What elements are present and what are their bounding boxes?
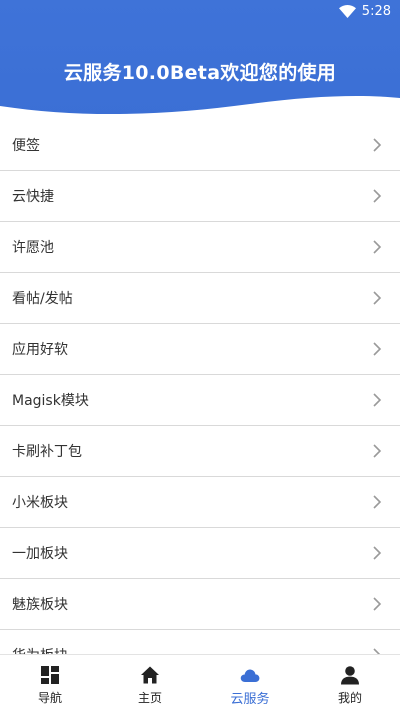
chevron-right-icon — [373, 138, 382, 152]
chevron-right-icon — [373, 648, 381, 654]
list-item-label: 云快捷 — [12, 189, 54, 205]
chevron-right-icon — [373, 342, 382, 356]
chevron-right-icon — [373, 444, 382, 458]
dashboard-icon — [41, 666, 59, 684]
tab-navigation[interactable]: 导航 — [0, 655, 100, 712]
chevron-right-icon — [373, 546, 382, 560]
list-item-posts[interactable]: 看帖/发帖 — [0, 273, 400, 324]
tab-label: 云服务 — [230, 692, 270, 707]
list-item-oneplus[interactable]: 一加板块 — [0, 528, 400, 579]
person-icon — [341, 666, 359, 685]
tab-profile[interactable]: 我的 — [300, 655, 400, 712]
chevron-right-icon — [373, 393, 382, 407]
chevron-right-icon — [373, 291, 382, 305]
list-item-patches[interactable]: 卡刷补丁包 — [0, 426, 400, 477]
status-bar: 5:28 — [0, 0, 400, 24]
tab-label: 导航 — [37, 691, 62, 705]
home-icon — [141, 666, 159, 684]
list-item-label: 华为板块 — [12, 645, 68, 654]
list-item-notes[interactable]: 便签 — [0, 120, 400, 171]
wifi-icon — [339, 5, 356, 18]
header-wave — [0, 96, 400, 120]
list-item-label: 应用好软 — [12, 342, 68, 358]
list-item-huawei[interactable]: 华为板块 — [0, 630, 400, 654]
service-list: 便签 云快捷 许愿池 看帖/发帖 应用好软 Magisk模块 卡刷补丁包 小米板… — [0, 120, 400, 654]
list-item-label: 便签 — [12, 138, 40, 154]
list-item-meizu[interactable]: 魅族板块 — [0, 579, 400, 630]
bottom-navigation: 导航 主页 云服务 我的 — [0, 654, 400, 712]
chevron-right-icon — [373, 495, 382, 509]
cloud-icon — [240, 669, 260, 682]
list-item-cloud-shortcut[interactable]: 云快捷 — [0, 171, 400, 222]
tab-cloud-service[interactable]: 云服务 — [200, 655, 300, 712]
list-item-label: 小米板块 — [12, 495, 68, 511]
list-item-label: 一加板块 — [12, 546, 68, 562]
list-item-label: 看帖/发帖 — [12, 291, 73, 307]
list-item-label: 卡刷补丁包 — [12, 444, 82, 460]
list-item-apps[interactable]: 应用好软 — [0, 324, 400, 375]
tab-label: 我的 — [337, 691, 362, 705]
tab-label: 主页 — [137, 691, 162, 705]
list-item-xiaomi[interactable]: 小米板块 — [0, 477, 400, 528]
list-item-label: Magisk模块 — [12, 393, 89, 409]
chevron-right-icon — [373, 240, 382, 254]
list-item-label: 魅族板块 — [12, 597, 68, 613]
header: 5:28 云服务10.0Beta欢迎您的使用 — [0, 0, 400, 120]
chevron-right-icon — [373, 189, 382, 203]
chevron-right-icon — [373, 597, 382, 611]
list-item-label: 许愿池 — [12, 240, 54, 256]
list-item-wishing-pool[interactable]: 许愿池 — [0, 222, 400, 273]
page-title: 云服务10.0Beta欢迎您的使用 — [63, 62, 337, 84]
tab-home[interactable]: 主页 — [100, 655, 200, 712]
list-item-magisk-modules[interactable]: Magisk模块 — [0, 375, 400, 426]
status-time: 5:28 — [361, 4, 391, 19]
